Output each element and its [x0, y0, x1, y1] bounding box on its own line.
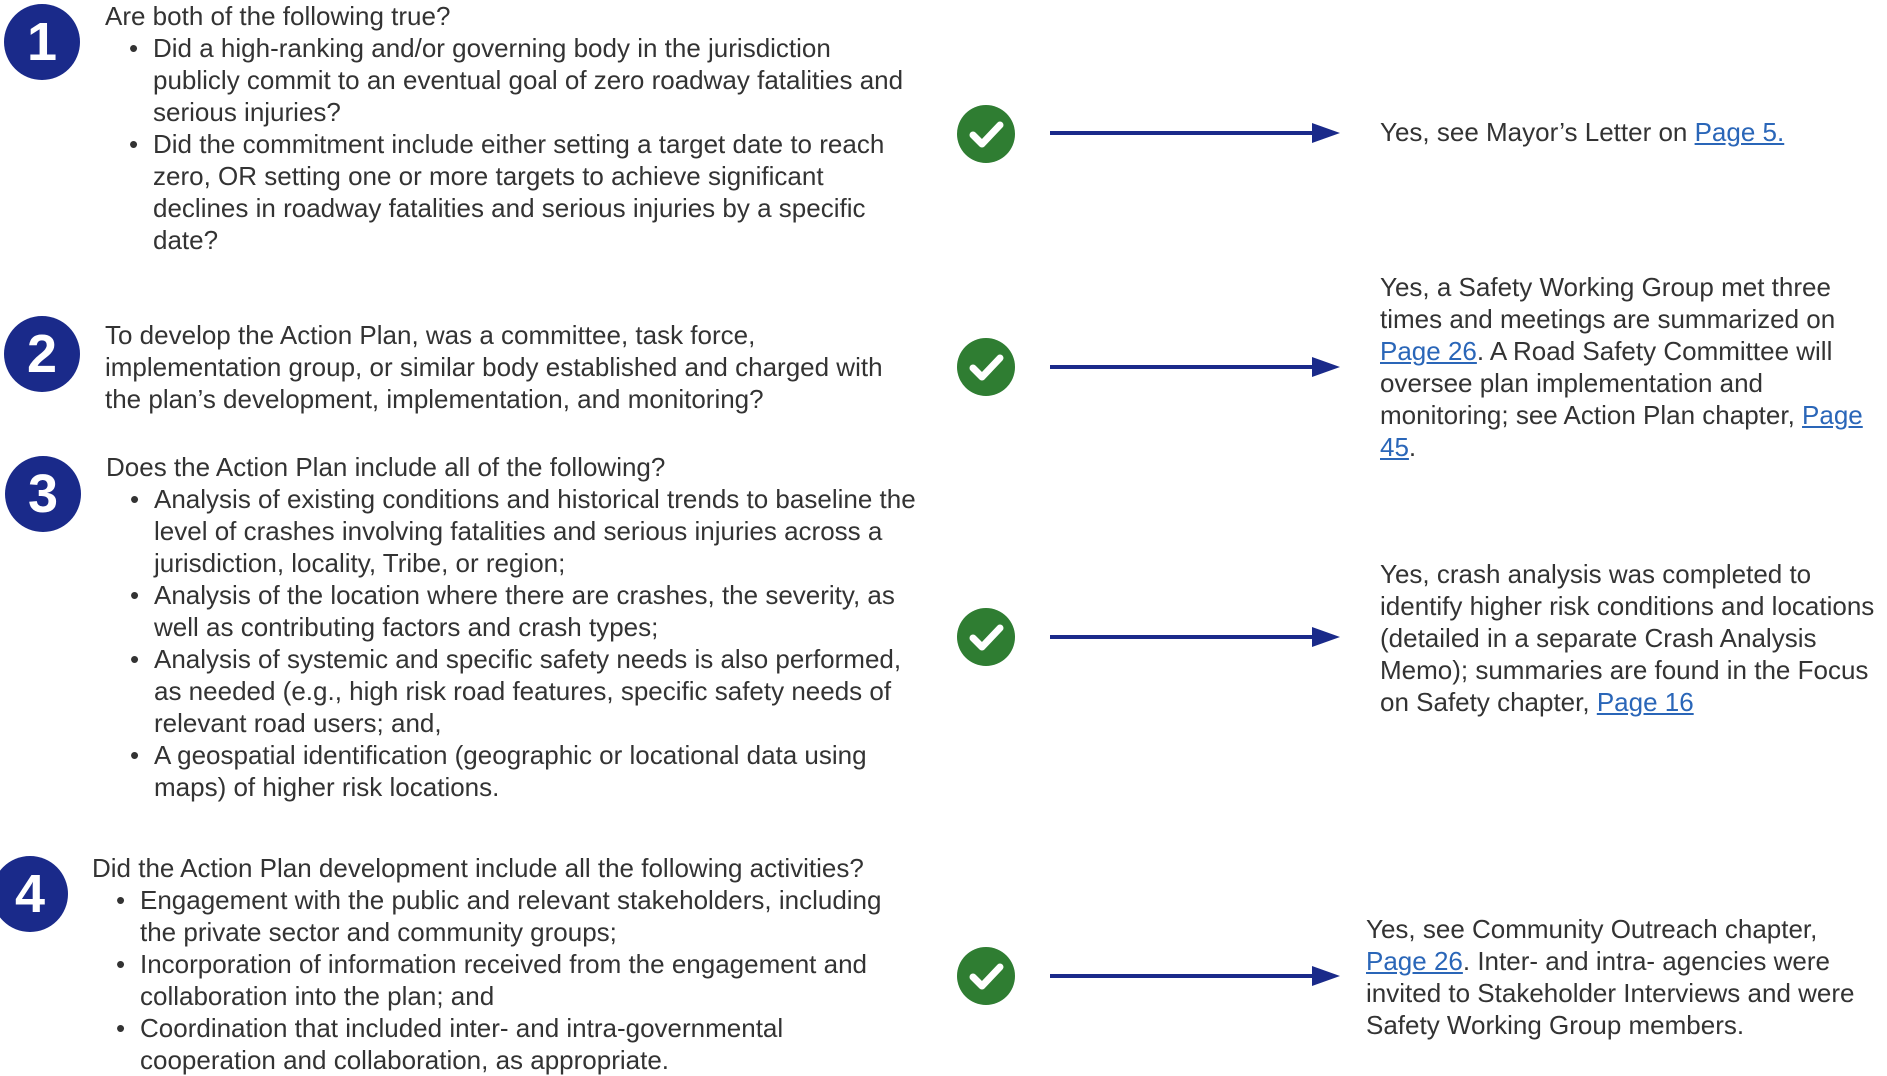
bullet-item: Analysis of systemic and specific safety…	[130, 643, 916, 739]
bullet-item: Did the commitment include either settin…	[129, 128, 915, 256]
bullet-item: A geospatial identification (geographic …	[130, 739, 916, 803]
answer-text-part: .	[1408, 432, 1417, 462]
arrow-right-icon	[1050, 627, 1340, 647]
answer-text: Yes, see Community Outreach chapter, Pag…	[1366, 913, 1876, 1041]
question-lead: Does the Action Plan include all of the …	[106, 452, 666, 482]
arrow-right-icon	[1050, 123, 1340, 143]
page-link[interactable]: Page 26	[1380, 336, 1477, 366]
bullet-item: Engagement with the public and relevant …	[116, 884, 902, 948]
number-badge: 4	[0, 856, 68, 932]
answer-text: Yes, crash analysis was completed to ide…	[1380, 558, 1880, 718]
question-text: Does the Action Plan include all of the …	[106, 451, 916, 803]
number-badge: 1	[4, 4, 80, 80]
question-text: Are both of the following true? Did a hi…	[105, 0, 915, 256]
check-circle-icon	[957, 608, 1015, 666]
answer-text: Yes, a Safety Working Group met three ti…	[1380, 271, 1880, 463]
answer-text: Yes, see Mayor’s Letter on Page 5.	[1380, 116, 1860, 148]
question-text: To develop the Action Plan, was a commit…	[105, 319, 915, 415]
question-lead: To develop the Action Plan, was a commit…	[105, 320, 883, 414]
page-link[interactable]: Page 5.	[1695, 117, 1785, 147]
number-badge: 2	[4, 316, 80, 392]
bullet-item: Analysis of existing conditions and hist…	[130, 483, 916, 579]
bullet-item: Did a high-ranking and/or governing body…	[129, 32, 915, 128]
question-lead: Did the Action Plan development include …	[92, 853, 864, 883]
question-bullets: Engagement with the public and relevant …	[92, 884, 902, 1076]
answer-text-part: Yes, see Community Outreach chapter,	[1366, 914, 1818, 944]
bullet-item: Analysis of the location where there are…	[130, 579, 916, 643]
page-link[interactable]: Page 26	[1366, 946, 1463, 976]
question-text: Did the Action Plan development include …	[92, 852, 902, 1076]
question-bullets: Analysis of existing conditions and hist…	[106, 483, 916, 803]
bullet-item: Coordination that included inter- and in…	[116, 1012, 902, 1076]
page-link[interactable]: Page 16	[1597, 687, 1694, 717]
arrow-right-icon	[1050, 357, 1340, 377]
number-badge: 3	[5, 456, 81, 532]
question-bullets: Did a high-ranking and/or governing body…	[105, 32, 915, 256]
question-lead: Are both of the following true?	[105, 1, 451, 31]
arrow-right-icon	[1050, 966, 1340, 986]
check-circle-icon	[957, 338, 1015, 396]
check-circle-icon	[957, 947, 1015, 1005]
answer-text-part: Yes, a Safety Working Group met three ti…	[1380, 272, 1836, 334]
bullet-item: Incorporation of information received fr…	[116, 948, 902, 1012]
answer-text-part: Yes, see Mayor’s Letter on	[1380, 117, 1695, 147]
check-circle-icon	[957, 105, 1015, 163]
